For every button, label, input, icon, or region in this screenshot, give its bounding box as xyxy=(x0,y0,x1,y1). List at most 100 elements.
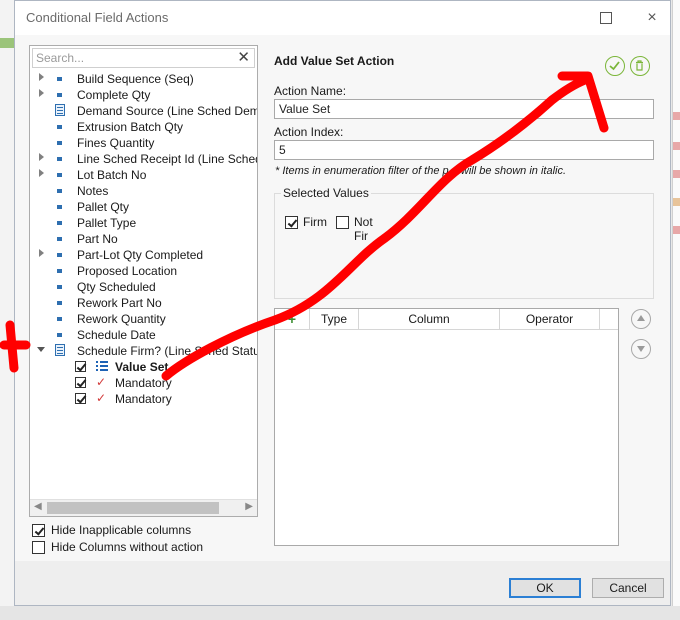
field-icon xyxy=(57,253,62,257)
background-marker xyxy=(673,170,680,178)
field-icon xyxy=(57,189,62,193)
red-check-icon: ✓ xyxy=(96,375,107,389)
tree-item-label: Lot Batch No xyxy=(77,168,147,182)
move-down-button[interactable] xyxy=(631,339,651,359)
field-icon xyxy=(57,237,62,241)
tree-item-label: Rework Part No xyxy=(77,296,162,310)
horizontal-scrollbar[interactable]: ◀ ▶ xyxy=(30,499,257,516)
tree-item[interactable]: Pallet Qty xyxy=(30,199,257,215)
column-header-type[interactable]: Type xyxy=(310,309,359,329)
tree-item-label: Rework Quantity xyxy=(77,312,166,326)
arrow-up-icon xyxy=(637,315,645,321)
field-icon xyxy=(57,173,62,177)
move-up-button[interactable] xyxy=(631,309,651,329)
grid-header: + Type Column Operator xyxy=(275,309,618,330)
field-icon xyxy=(57,285,62,289)
mandatory-checkbox[interactable] xyxy=(75,377,86,388)
value-set-checkbox[interactable] xyxy=(75,361,86,372)
field-icon xyxy=(57,333,62,337)
expand-icon[interactable] xyxy=(39,89,44,97)
action-index-input[interactable] xyxy=(275,141,653,159)
tree-item-label: Proposed Location xyxy=(77,264,178,278)
conditions-grid: + Type Column Operator xyxy=(274,308,619,546)
expand-icon[interactable] xyxy=(39,73,44,81)
background-app-right xyxy=(672,0,680,620)
tree-item[interactable]: Part No xyxy=(30,231,257,247)
tree-item[interactable]: Part-Lot Qty Completed xyxy=(30,247,257,263)
tree-item[interactable]: Proposed Location xyxy=(30,263,257,279)
trash-icon xyxy=(636,60,643,71)
firm-checkbox[interactable] xyxy=(285,216,298,229)
tree-item-label: Extrusion Batch Qty xyxy=(77,120,184,134)
field-icon xyxy=(57,125,62,129)
tree-item[interactable]: Demand Source (Line Sched Deman xyxy=(30,103,257,119)
column-header-operator[interactable]: Operator xyxy=(500,309,600,329)
tree-item[interactable]: Schedule Date xyxy=(30,327,257,343)
list-icon xyxy=(96,361,108,372)
tree-item[interactable]: Pallet Type xyxy=(30,215,257,231)
expand-icon[interactable] xyxy=(39,249,44,257)
delete-action-button[interactable] xyxy=(630,56,650,76)
hide-without-action-checkbox[interactable] xyxy=(32,541,45,554)
action-name-input[interactable] xyxy=(275,100,653,118)
selected-values-title: Selected Values xyxy=(281,186,371,200)
mandatory-checkbox[interactable] xyxy=(75,393,86,404)
background-app-bottom xyxy=(0,606,680,620)
tree-child-mandatory[interactable]: ✓ Mandatory xyxy=(30,375,257,391)
tree-item-label: Demand Source (Line Sched Deman xyxy=(77,104,257,118)
tree-item-label: Complete Qty xyxy=(77,88,151,102)
tree-child-value-set[interactable]: Value Set xyxy=(30,359,257,375)
column-header-column[interactable]: Column xyxy=(359,309,500,329)
field-icon xyxy=(57,141,62,145)
expand-icon[interactable] xyxy=(39,153,44,161)
tree-item[interactable]: Complete Qty xyxy=(30,87,257,103)
ok-button[interactable]: OK xyxy=(509,578,581,598)
panel-title: Add Value Set Action xyxy=(274,54,395,68)
italic-note: * Items in enumeration filter of the p e… xyxy=(275,165,567,177)
action-name-label: Action Name: xyxy=(274,84,347,98)
collapse-icon[interactable] xyxy=(37,347,45,352)
tree-item[interactable]: Line Sched Receipt Id (Line Schedule xyxy=(30,151,257,167)
tree-child-label: Mandatory xyxy=(115,392,172,406)
selected-values-group xyxy=(274,193,654,299)
search-box: ✕ xyxy=(32,48,255,68)
expand-icon[interactable] xyxy=(39,169,44,177)
conditional-field-actions-dialog: Conditional Field Actions × ✕ Build Sequ… xyxy=(14,0,671,606)
scroll-right-icon[interactable]: ▶ xyxy=(245,501,253,512)
field-tree-panel: ✕ Build Sequence (Seq) Complete Qty Dema… xyxy=(29,45,258,517)
field-icon xyxy=(57,269,62,273)
tree-child-label: Mandatory xyxy=(115,376,172,390)
cancel-button[interactable]: Cancel xyxy=(592,578,664,598)
red-check-icon: ✓ xyxy=(96,391,107,405)
close-button[interactable]: × xyxy=(637,7,667,29)
tree-item-label: Part No xyxy=(77,232,118,246)
add-row-button[interactable]: + xyxy=(275,309,310,329)
confirm-action-button[interactable] xyxy=(605,56,625,76)
tree-item[interactable]: Fines Quantity xyxy=(30,135,257,151)
tree-item[interactable]: Qty Scheduled xyxy=(30,279,257,295)
tree-child-label: Value Set xyxy=(115,360,169,374)
tree-item[interactable]: Schedule Firm? (Line Sched Status) xyxy=(30,343,257,359)
scroll-left-icon[interactable]: ◀ xyxy=(34,501,42,512)
clear-search-icon[interactable]: ✕ xyxy=(237,49,250,67)
tree-item[interactable]: Build Sequence (Seq) xyxy=(30,71,257,87)
maximize-button[interactable] xyxy=(591,7,621,29)
field-tree: Build Sequence (Seq) Complete Qty Demand… xyxy=(30,70,257,498)
not-firm-checkbox[interactable] xyxy=(336,216,349,229)
tree-item-label: Fines Quantity xyxy=(77,136,155,150)
firm-label: Firm xyxy=(303,215,327,229)
tree-child-mandatory[interactable]: ✓ Mandatory xyxy=(30,391,257,407)
tree-item[interactable]: Rework Part No xyxy=(30,295,257,311)
not-firm-label: Not Fir xyxy=(354,215,373,243)
scrollbar-thumb[interactable] xyxy=(47,502,219,514)
tree-item[interactable]: Notes xyxy=(30,183,257,199)
tree-item[interactable]: Rework Quantity xyxy=(30,311,257,327)
hide-without-action-label: Hide Columns without action xyxy=(51,540,204,554)
tree-item[interactable]: Extrusion Batch Qty xyxy=(30,119,257,135)
tree-item[interactable]: Lot Batch No xyxy=(30,167,257,183)
action-name-field xyxy=(274,99,654,119)
hide-inapplicable-checkbox[interactable] xyxy=(32,524,45,537)
search-input[interactable] xyxy=(33,49,229,67)
lookup-field-icon xyxy=(55,104,65,116)
tree-item-label: Qty Scheduled xyxy=(77,280,156,294)
